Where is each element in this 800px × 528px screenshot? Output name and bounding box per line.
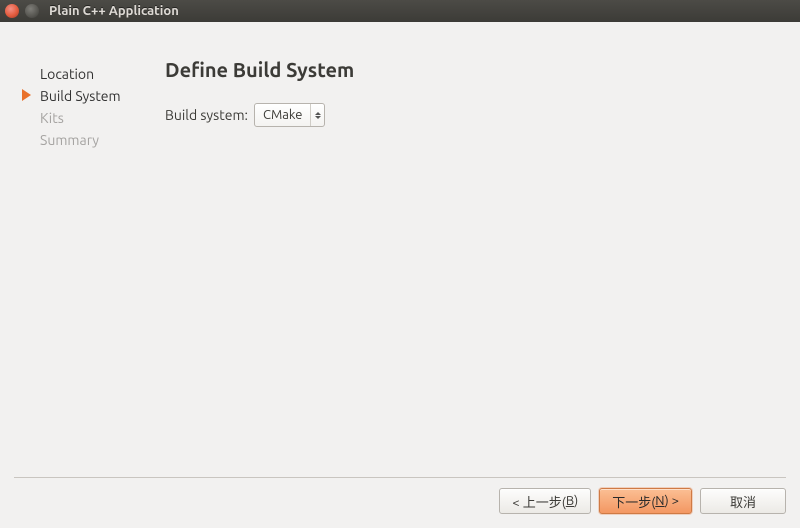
step-summary: Summary	[40, 129, 155, 151]
step-build-system: Build System	[40, 85, 155, 107]
build-system-label: Build system:	[165, 107, 248, 123]
build-system-combobox[interactable]: CMake	[254, 103, 325, 127]
step-label: Location	[40, 66, 94, 82]
cancel-button[interactable]: 取消	[700, 488, 786, 514]
page-title: Define Build System	[165, 58, 790, 81]
close-icon[interactable]	[5, 4, 19, 18]
next-suffix: ) >	[665, 494, 679, 508]
build-system-value: CMake	[255, 108, 310, 122]
chevron-up-icon	[315, 112, 321, 115]
minimize-icon[interactable]	[25, 4, 39, 18]
content-area: Location Build System Kits Summary Defin…	[0, 22, 800, 477]
dialog-body: Location Build System Kits Summary Defin…	[0, 22, 800, 528]
back-suffix: )	[574, 494, 578, 508]
step-kits: Kits	[40, 107, 155, 129]
back-button[interactable]: < 上一步(B)	[499, 488, 591, 514]
next-button[interactable]: 下一步(N) >	[599, 488, 692, 514]
next-key: N	[655, 494, 664, 508]
build-system-row: Build system: CMake	[165, 103, 790, 127]
main-panel: Define Build System Build system: CMake	[155, 38, 790, 469]
window-title: Plain C++ Application	[49, 4, 179, 18]
step-location: Location	[40, 63, 155, 85]
chevron-down-icon	[315, 116, 321, 119]
back-prefix: < 上一步(	[512, 492, 565, 511]
step-label: Kits	[40, 110, 64, 126]
next-prefix: 下一步(	[612, 492, 655, 511]
step-label: Build System	[40, 88, 121, 104]
combobox-stepper-icon	[310, 104, 324, 126]
cancel-label: 取消	[730, 492, 756, 511]
back-key: B	[566, 494, 574, 508]
titlebar: Plain C++ Application	[0, 0, 800, 22]
wizard-sidebar: Location Build System Kits Summary	[10, 38, 155, 469]
button-bar: < 上一步(B) 下一步(N) > 取消	[0, 478, 800, 528]
step-label: Summary	[40, 132, 99, 148]
